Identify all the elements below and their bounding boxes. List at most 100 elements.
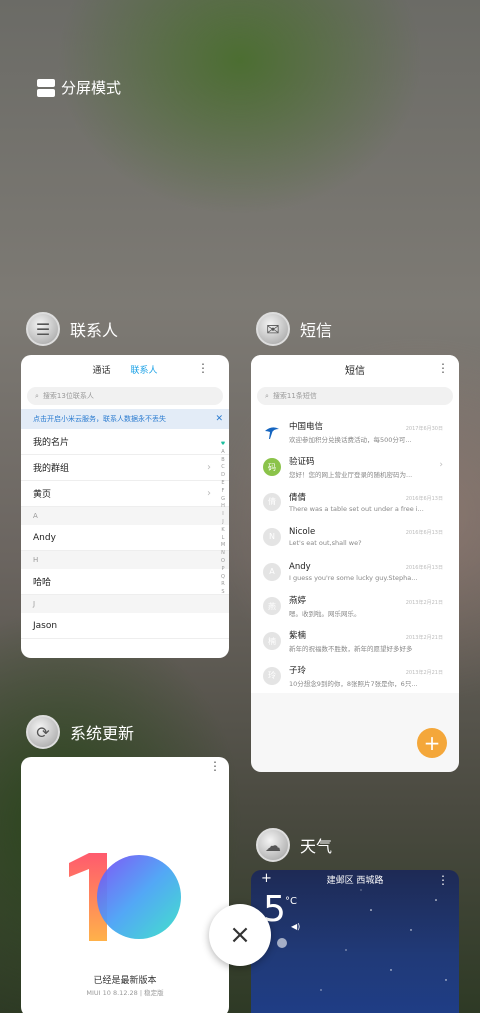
update-status: 已经是最新版本 <box>93 976 157 986</box>
updater-card[interactable]: ⋮ 已经是最新版本 MIUI 10 8.12.28 | 稳定版 <box>21 757 229 1013</box>
contact-list: 我的名片我的群组 › 黄页 › A Andy H 哈哈 J Jason <box>21 429 229 639</box>
message-time: 2013年2月21日 <box>405 634 443 641</box>
alphabet-letter[interactable]: K <box>219 527 227 535</box>
contact-row-label: 哈哈 <box>33 578 52 588</box>
avatar: A <box>263 562 281 581</box>
alphabet-letter[interactable]: F <box>219 488 227 496</box>
message-thread[interactable]: A Andy I guess you're some lucky guy.Steph… <box>251 554 459 589</box>
alphabet-letter[interactable]: H <box>219 503 227 511</box>
contact-row[interactable]: 哈哈 <box>21 569 229 595</box>
alphabet-letter[interactable]: R <box>219 581 227 589</box>
chevron-right-icon: › <box>207 462 211 473</box>
weather-card[interactable]: + 建邺区 西城路 ⋮ 5 °C ◀) <box>251 870 459 1013</box>
message-time: 2013年2月21日 <box>405 669 443 676</box>
more-icon[interactable]: ⋮ <box>197 361 209 375</box>
contact-row[interactable]: 我的群组 › <box>21 455 229 481</box>
contact-row[interactable]: Andy <box>21 525 229 551</box>
message-thread[interactable]: 燕燕婷 嗯。收到啦。网乐网乐。 2013年2月21日 <box>251 589 459 624</box>
message-preview: 您好！您的网上营业厅登录的随机密码为... <box>289 471 413 480</box>
alphabet-letter[interactable]: C <box>219 464 227 472</box>
contacts-search-input[interactable]: ⌕ 搜索13位联系人 <box>27 387 223 405</box>
avatar: 码 <box>263 458 281 477</box>
contact-row-label: 黄页 <box>33 490 52 500</box>
message-preview: 10分想念9到的你，8张照片7张是你，6只... <box>289 679 418 688</box>
new-message-button[interactable]: + <box>417 728 447 758</box>
china-telecom-logo <box>265 427 279 440</box>
plus-icon: + <box>423 731 441 755</box>
contacts-icon: ☰ <box>26 312 60 346</box>
split-mode-button[interactable]: 分屏模式 <box>37 77 121 98</box>
alphabet-letter[interactable]: Q <box>219 574 227 582</box>
alphabet-letter[interactable]: I <box>219 511 227 519</box>
alphabet-letter[interactable]: M <box>219 542 227 550</box>
close-icon[interactable]: ✕ <box>215 414 223 424</box>
message-preview: Let's eat out,shall we? <box>289 538 362 547</box>
chevron-right-icon: › <box>439 459 443 470</box>
updater-app-name: 系统更新 <box>70 724 135 743</box>
search-icon: ⌕ <box>35 391 39 400</box>
avatar: N <box>263 527 281 546</box>
cloud-banner[interactable]: 点击开启小米云服务，联系人数据永不丢失 ✕ <box>21 409 229 429</box>
contact-row[interactable]: 黄页 › <box>21 481 229 507</box>
contact-section-header: J <box>21 595 229 613</box>
alphabet-letter[interactable]: D <box>219 472 227 480</box>
message-preview: I guess you're some lucky guy.Stepha... <box>289 573 418 582</box>
contact-row-label: 我的群组 <box>33 464 70 474</box>
update-version: MIUI 10 8.12.28 | 稳定版 <box>86 989 164 997</box>
message-thread[interactable]: 楠紫楠 新年的祝福数不胜数，新年的愿望好多好多 2013年2月21日 <box>251 624 459 659</box>
alphabet-letter[interactable]: ♥ <box>219 441 227 449</box>
alphabet-letter[interactable]: N <box>219 550 227 558</box>
sms-app-header[interactable]: ✉ 短信 <box>256 312 332 346</box>
message-list: 中国电信 欢迎参加积分兑换话费活动，每500分可... 2017年6月30日码验证码… <box>251 409 459 693</box>
message-sender: 验证码 <box>289 457 315 468</box>
message-thread[interactable]: 倩倩倩 There was a table set out under a fre… <box>251 485 459 520</box>
chevron-right-icon: › <box>207 488 211 499</box>
weather-app-header[interactable]: ☁ 天气 <box>256 828 332 862</box>
message-thread[interactable]: 码验证码您好！您的网上营业厅登录的随机密码为... › <box>251 450 459 485</box>
message-time: 2016年6月13日 <box>405 530 443 537</box>
contacts-app-header[interactable]: ☰ 联系人 <box>26 312 118 346</box>
cloud-icon: ☁ <box>256 828 290 862</box>
tab-calls[interactable]: 通话 <box>92 363 110 376</box>
contact-section-header: H <box>21 551 229 569</box>
contact-row-label: H <box>33 556 39 564</box>
alphabet-letter[interactable]: P <box>219 566 227 574</box>
contact-row[interactable]: Jason <box>21 613 229 639</box>
cloud-banner-text: 点击开启小米云服务，联系人数据永不丢失 <box>33 415 166 423</box>
avatar: 燕 <box>263 597 281 616</box>
alphabet-index[interactable]: ♥ A B C D E F G H I J K L M N O P Q R S <box>219 441 227 597</box>
contact-row-label: J <box>33 600 36 608</box>
contact-row-label: Andy <box>33 532 56 543</box>
more-icon[interactable]: ⋮ <box>437 361 449 375</box>
message-preview: 欢迎参加积分兑换话费活动，每500分可... <box>289 436 412 445</box>
contacts-app-name: 联系人 <box>70 321 119 340</box>
alphabet-letter[interactable]: E <box>219 480 227 488</box>
message-time: 2013年2月21日 <box>405 599 443 606</box>
sms-search-input[interactable]: ⌕ 搜索11条短信 <box>257 387 453 405</box>
sms-app-name: 短信 <box>300 321 333 340</box>
contact-row-label: A <box>33 512 38 520</box>
avatar <box>263 423 281 442</box>
message-thread[interactable]: 玲子玲 10分想念9到的你，8张照片7张是你，6只... 2013年2月21日 <box>251 659 459 694</box>
alphabet-letter[interactable]: B <box>219 457 227 465</box>
message-thread[interactable]: N Nicole Let's eat out,shall we? 2016年6月13日 <box>251 519 459 554</box>
more-icon[interactable]: ⋮ <box>209 759 221 773</box>
sms-card[interactable]: 短信 ⋮ ⌕ 搜索11条短信 中国电信 欢迎参加积分兑换话费活动，每500分可..… <box>251 355 459 772</box>
message-thread[interactable]: 中国电信 欢迎参加积分兑换话费活动，每500分可... 2017年6月30日 <box>251 415 459 450</box>
split-screen-icon <box>37 78 55 97</box>
tab-contacts[interactable]: 联系人 <box>131 363 158 376</box>
alphabet-letter[interactable]: L <box>219 535 227 543</box>
alphabet-letter[interactable]: J <box>219 519 227 527</box>
alphabet-letter[interactable]: O <box>219 558 227 566</box>
sms-title-bar: 短信 ⋮ <box>251 355 459 383</box>
alphabet-letter[interactable]: S <box>219 589 227 597</box>
updater-app-header[interactable]: ⟳ 系统更新 <box>26 715 134 749</box>
close-all-button[interactable]: × <box>209 904 271 966</box>
alphabet-letter[interactable]: A <box>219 449 227 457</box>
contacts-card[interactable]: 通话 联系人 ⋮ ⌕ 搜索13位联系人 点击开启小米云服务，联系人数据永不丢失 … <box>21 355 229 658</box>
close-icon: × <box>229 920 251 950</box>
message-time: 2016年6月13日 <box>405 565 443 572</box>
avatar: 玲 <box>263 666 281 685</box>
contact-row[interactable]: 我的名片 <box>21 429 229 455</box>
alphabet-letter[interactable]: G <box>219 496 227 504</box>
